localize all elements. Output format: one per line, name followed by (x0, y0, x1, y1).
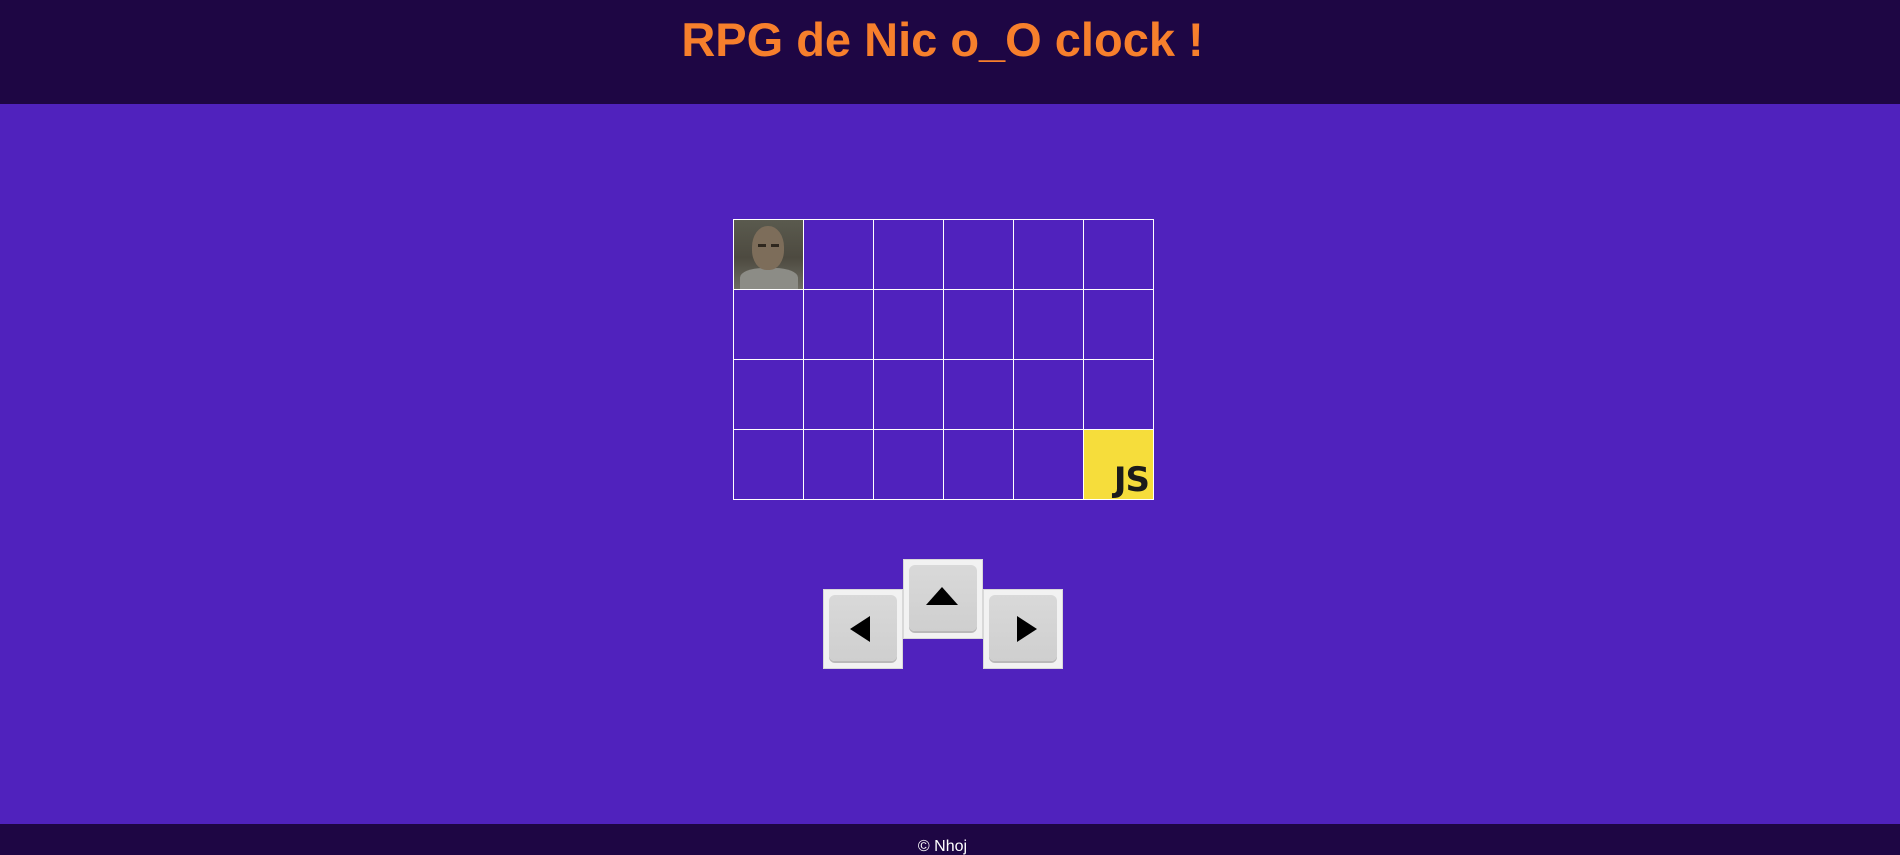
board-cell (944, 290, 1014, 360)
board-cell (804, 430, 874, 500)
up-arrow-key[interactable] (903, 559, 983, 639)
game-board: JS (733, 219, 1154, 500)
board-cell (1014, 290, 1084, 360)
left-arrow-key[interactable] (823, 589, 903, 669)
player-portrait (734, 220, 803, 289)
board-cell (874, 360, 944, 430)
board-cell (1084, 290, 1154, 360)
board-cell (944, 360, 1014, 430)
board-cell (734, 430, 804, 500)
board-cell: JS (1084, 430, 1154, 500)
board-cell (1014, 430, 1084, 500)
right-arrow-key[interactable] (983, 589, 1063, 669)
board-cell (804, 220, 874, 290)
arrow-left-icon (850, 616, 870, 642)
js-goal-tile: JS (1084, 430, 1153, 499)
board-cell (944, 430, 1014, 500)
arrow-up-icon (926, 587, 958, 605)
board-cell (734, 290, 804, 360)
player-eye (758, 244, 766, 247)
board-cell (734, 360, 804, 430)
board-cell (1014, 220, 1084, 290)
page-footer: © Nhoj (0, 824, 1900, 855)
copyright-text: © Nhoj (917, 838, 968, 855)
board-cell (1014, 360, 1084, 430)
board-cell (944, 220, 1014, 290)
js-logo-label: JS (1113, 460, 1150, 500)
board-cell (874, 220, 944, 290)
page-header: RPG de Nic o_O clock ! (0, 0, 1900, 104)
board-cell (1084, 360, 1154, 430)
board-cell (1084, 220, 1154, 290)
board-cell (874, 430, 944, 500)
player-face (752, 226, 784, 270)
board-cell (804, 290, 874, 360)
player-shirt (740, 268, 798, 289)
board-cell (804, 360, 874, 430)
player-eye (771, 244, 779, 247)
board-cell (734, 220, 804, 290)
arrow-right-icon (1017, 616, 1037, 642)
page-title: RPG de Nic o_O clock ! (681, 13, 1204, 66)
board-cell (874, 290, 944, 360)
